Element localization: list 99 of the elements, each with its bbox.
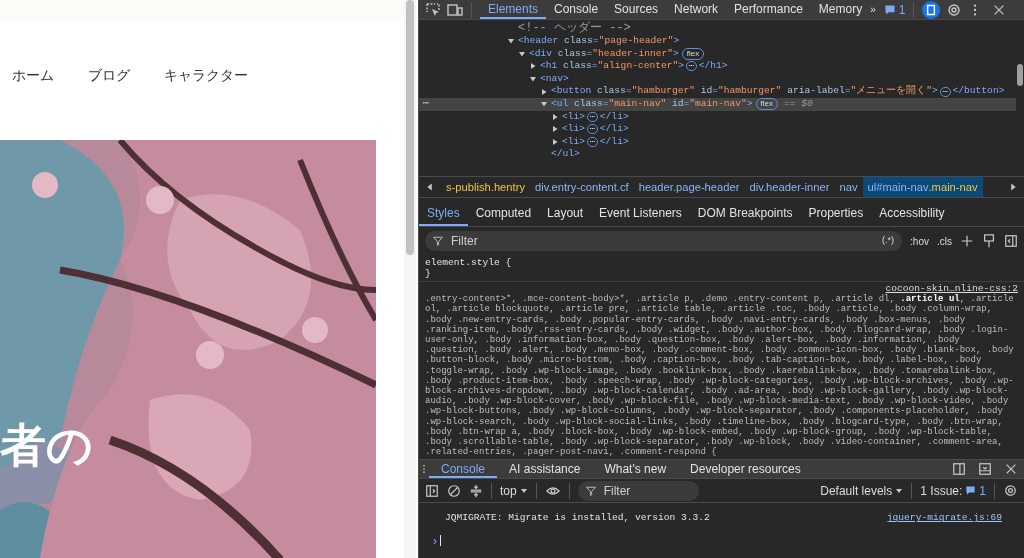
class-toggle[interactable]: .cls (937, 233, 952, 249)
caret-icon (895, 486, 904, 495)
clear-icon[interactable] (447, 483, 461, 498)
filter-icon (585, 485, 596, 496)
message-icon (883, 3, 896, 16)
collapsed-arrow-icon[interactable] (551, 112, 559, 121)
console-message: JQMIGRATE: Migrate is installed, version 3.3.2 (445, 511, 710, 526)
stylesheet-link[interactable]: cocoon-skin…nline-css:2 (885, 284, 1018, 295)
markup-text: </li> (599, 109, 629, 124)
breadcrumb[interactable]: s-publish.hentry (441, 177, 530, 197)
markup-text: </li> (599, 122, 629, 137)
nav-link[interactable]: キャラクター (164, 64, 248, 86)
panel-tab[interactable]: Performance (726, 0, 811, 19)
panel-tab[interactable]: Memory (810, 0, 871, 19)
sidebar-tab[interactable]: Styles (419, 201, 468, 226)
markup-text: <header class="page-header"> (518, 34, 680, 49)
scrollbar-thumb[interactable] (406, 0, 414, 255)
expand-ellipsis-button[interactable]: ⋯ (587, 111, 598, 122)
sidebar-tab[interactable]: Accessibility (871, 201, 953, 226)
expand-ellipsis-button[interactable]: ⋯ (587, 124, 598, 135)
markup-text: </li> (599, 134, 629, 149)
nav-link[interactable]: ホーム (12, 64, 54, 86)
inspect-icon[interactable] (425, 1, 441, 18)
expanded-arrow-icon[interactable] (540, 100, 548, 109)
filter-input[interactable]: Filter (601, 480, 691, 501)
scrollbar-thumb[interactable] (1017, 64, 1023, 86)
markup-text: <nav> (540, 71, 569, 86)
expanded-arrow-icon[interactable] (518, 49, 526, 58)
plus-icon[interactable] (960, 234, 974, 248)
assistant-icon[interactable] (922, 0, 941, 19)
nav-link[interactable]: ブログ (88, 64, 130, 86)
device-icon[interactable] (447, 1, 463, 18)
node-actions-button[interactable]: ⋯ (423, 97, 429, 112)
markup-text: <li> (562, 122, 586, 137)
markup-text: <!-- ヘッダー --> (518, 20, 631, 36)
prompt-icon: › (433, 531, 437, 550)
selected-node-row[interactable]: ⋯ <ul class="main-nav" id="main-nav"> flex == $0 (419, 97, 1016, 111)
caret-icon (519, 486, 528, 495)
settings-icon[interactable] (1003, 483, 1018, 499)
markup-text: <li> (562, 134, 586, 149)
collapsed-arrow-icon[interactable] (551, 138, 559, 147)
breadcrumb[interactable]: div.header-inner (744, 177, 835, 197)
breadcrumb[interactable]: div.entry-content.cf (530, 177, 634, 197)
filter-input[interactable]: Filter (449, 231, 877, 251)
collapsed-arrow-icon[interactable] (540, 87, 548, 96)
panel-tab[interactable]: Elements (480, 0, 547, 19)
issues-button[interactable]: 1 Issue: 1 (920, 481, 986, 500)
drawer-tab[interactable]: What's new (592, 460, 679, 479)
expanded-arrow-icon[interactable] (529, 75, 537, 84)
markup-text: <h1 class="align-center"> (540, 59, 684, 74)
collapsed-arrow-icon[interactable] (551, 125, 559, 134)
levels-dropdown[interactable]: Default levels (820, 481, 904, 500)
collapsed-arrow-icon[interactable] (529, 62, 537, 71)
text-cursor (440, 535, 441, 547)
markup-text: <ul class="main-nav" id="main-nav"> (551, 97, 753, 112)
markup-text: <div class="header-inner"> (529, 46, 679, 61)
style-rule-text: } (425, 268, 432, 279)
breadcrumb[interactable]: nav (834, 177, 863, 197)
hero-title: 者の (0, 420, 93, 471)
sidebar-tab[interactable]: Properties (800, 201, 872, 226)
markup-text: <button class="hamburger" id="hamburger" aria-label="メニューを開く"> (551, 84, 938, 99)
panel-tab[interactable]: Sources (606, 0, 667, 19)
sidebar-tab[interactable]: Event Listeners (591, 201, 690, 226)
sidebar-tab[interactable]: Layout (539, 201, 592, 226)
markup-text: <li> (562, 109, 586, 124)
sidebar-tab[interactable]: Computed (467, 201, 540, 226)
drawer-tab[interactable]: Developer resources (678, 460, 813, 479)
filter-icon (433, 236, 443, 246)
dock-side-icon[interactable] (952, 462, 966, 477)
dock-bottom-icon[interactable] (978, 462, 992, 477)
source-link[interactable]: jquery-migrate.js:69 (886, 511, 1002, 526)
more-tabs-button[interactable]: » (870, 2, 876, 17)
selector-text: .entry-content>*, .mce-content-body>*, .article p, .demo .entry-content p, .article dl, .article ul, .article ol, .article blockquote, .article pre, .article table, .article .toc, .body .article, .body .column-wrap, .body .new-entry-cards, .body .popular-entry-cards, .body .navi-entry-cards, .body .box-menus, .body .ranking-item, .body .rss-entry-cards, .body .widget, .body .author-box, .body .blogcard-wrap, .body .login-user-only, .body .information-box, .body .question-box, .body .alert-box, .body .information, .body .question, .body .alert, .body .memo-box, .body .comment-box, .body .common-icon-box, .body .blank-box, .body .button-block, .body .micro-bottom, .body .caption-box, .body .tab-caption-box, .body .label-box, .body .toggle-wrap, .body .wp-block-image, .body .booklink-box, .body .kaerebalink-box, .body .tomarebalink-box, .body .product-item-box, .body .speech-wrap, .body .wp-block-categories, .body .wp-block-archives, .body .wp-block-archives-dropdown, .body .wp-block-calendar, .body .ad-area, .body .wp-block-gallery, .body .wp-block-audio, .body .wp-block-cover, .body .wp-block-file, .body .wp-block-media-text, .body .wp-block-video, .body .wp-block-buttons, .body .wp-block-columns, .body .wp-block-separator, .body .components-placeholder, .body .wp-block-search, .body .wp-block-social-links, .body .timeline-box, .body .blogcard-type, .body .btn-wrap, .body .btn-wrap a, .body .block-box, .body .wp-block-embed, .body .wp-block-group, .body .wp-block-table, .body .scrollable-table, .body .wp-block-separator, .body .wp-block, .body .video-container, .comment-area, .related-entries, .pager-post-navi, .comment-respond { (425, 294, 1015, 458)
panel-tab[interactable]: Console (546, 0, 607, 19)
sidebar-toggle-icon[interactable] (1004, 234, 1018, 248)
message-icon (965, 485, 977, 497)
expand-ellipsis-button[interactable]: ⋯ (587, 137, 598, 148)
regex-toggle[interactable]: (.*) (882, 234, 895, 248)
filter-field[interactable]: Filter (.*) (425, 231, 903, 251)
panel-tab[interactable]: Network (666, 0, 727, 19)
markup-text: </button> (952, 84, 1005, 99)
paint-brush-icon[interactable] (982, 234, 996, 248)
breadcrumb[interactable]: header.page-header (633, 177, 745, 197)
markup-text: </h1> (698, 59, 728, 74)
node-reference-text: == $0 (784, 97, 813, 112)
settings-icon[interactable] (946, 1, 963, 18)
issues-button[interactable]: 1 (883, 0, 906, 19)
sidebar-tab[interactable]: DOM Breakpoints (689, 201, 801, 226)
collapse-icon[interactable] (469, 483, 483, 498)
breadcrumb[interactable]: ul#main-nav.main-nav (862, 177, 983, 197)
sidebar-toggle-icon[interactable] (425, 483, 439, 498)
markup-text: </ul> (551, 147, 580, 162)
filter-field[interactable]: Filter (577, 480, 699, 501)
drawer-tab[interactable]: Console (429, 460, 498, 479)
hover-state-toggle[interactable]: :hov (910, 233, 929, 249)
drawer-tab[interactable]: AI assistance (497, 460, 593, 479)
context-dropdown[interactable]: top (500, 481, 528, 500)
style-rule-text: element.style { (425, 257, 513, 268)
expanded-arrow-icon[interactable] (507, 37, 515, 46)
